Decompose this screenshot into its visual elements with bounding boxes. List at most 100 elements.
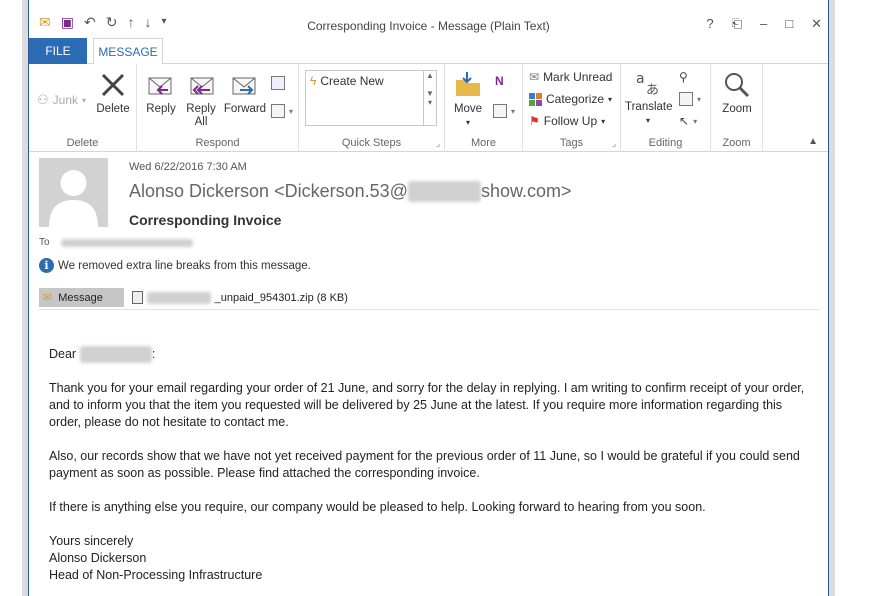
translate-button[interactable]: aあ Translate ▾: [625, 68, 673, 127]
zip-attachment[interactable]: abcd.sharma_unpaid_954301.zip (8 KB): [132, 291, 348, 304]
info-icon: i: [39, 258, 54, 273]
message-body: Dear abcd.sharma: Thank you for your ema…: [49, 346, 809, 584]
dialog-launcher-icon[interactable]: ⌟: [436, 139, 440, 148]
delete-group: ⚇ Junk ▾ Delete Delete: [29, 64, 137, 152]
reply-all-label-2: All: [194, 116, 208, 128]
onenote-icon: N: [495, 74, 504, 88]
sent-date: Wed 6/22/2016 7:30 AM: [129, 161, 247, 173]
zoom-group-label: Zoom: [722, 137, 751, 149]
onenote-button[interactable]: N: [495, 74, 504, 88]
follow-up-button[interactable]: ⚑ Follow Up ▾: [529, 114, 605, 128]
reply-label: Reply: [146, 103, 176, 115]
quick-steps-group: ϟ Create New ▲ ▼ ▾ Quick Steps ⌟: [299, 64, 445, 152]
editing-group-label: Editing: [648, 137, 683, 149]
window-controls: ? ⎗ – □ ✕: [706, 16, 822, 32]
categorize-button[interactable]: Categorize ▾: [529, 92, 612, 106]
lightning-icon: ϟ: [310, 74, 317, 88]
meeting-button[interactable]: [271, 76, 285, 90]
follow-up-label: Follow Up: [543, 114, 598, 128]
find-button[interactable]: ⚲: [679, 70, 688, 84]
editing-group: aあ Translate ▾ ⚲ ▾ ↖ ▾ Editing: [621, 64, 711, 152]
sender[interactable]: Alonso Dickerson <Dickerson.53@speakthes…: [129, 181, 572, 202]
actions-button[interactable]: ▾: [493, 104, 515, 118]
tags-group-label: Tags: [559, 137, 584, 149]
message-attachment-label: Message: [58, 291, 103, 304]
ribbon: ⚇ Junk ▾ Delete Delete Reply Reply All F…: [29, 64, 828, 152]
move-button[interactable]: Move ▾: [449, 70, 487, 129]
respond-group-label: Respond: [195, 137, 240, 149]
translate-label: Translate: [625, 101, 673, 113]
move-group: Move ▾ N ▾ More: [445, 64, 523, 152]
junk-icon: ⚇: [37, 92, 49, 107]
avatar: [39, 158, 108, 227]
zoom-button[interactable]: Zoom: [715, 70, 759, 116]
paragraph-1: Thank you for your email regarding your …: [49, 381, 805, 429]
paragraph-3: If there is anything else you require, o…: [49, 500, 706, 514]
greeting-end: :: [151, 347, 156, 361]
dialog-launcher-icon[interactable]: ⌟: [612, 139, 616, 148]
respond-group: Reply Reply All Forward ▾ Respond: [137, 64, 299, 152]
attachment-file-name: _unpaid_954301.zip (8 KB): [214, 291, 348, 304]
ribbon-display-icon[interactable]: ⎗: [732, 16, 742, 32]
junk-label: Junk: [52, 93, 79, 107]
create-new-label: Create New: [320, 74, 384, 88]
reply-all-button[interactable]: Reply All: [183, 70, 219, 129]
zoom-group: Zoom Zoom: [711, 64, 763, 152]
translate-icon: aあ: [636, 71, 659, 98]
ribbon-tabs: FILE MESSAGE: [29, 38, 828, 65]
mark-unread-label: Mark Unread: [543, 70, 613, 84]
maximize-icon[interactable]: □: [785, 16, 793, 32]
actions-icon: [493, 104, 507, 118]
forward-icon: [232, 77, 256, 95]
magnifier-icon: [725, 73, 750, 98]
related-icon: [679, 92, 693, 106]
greeting-start: Dear: [49, 347, 77, 361]
help-icon[interactable]: ?: [706, 16, 713, 32]
categorize-icon: [529, 92, 542, 106]
info-text: We removed extra line breaks from this m…: [58, 259, 311, 272]
attachment-bar: ✉ Message abcd.sharma_unpaid_954301.zip …: [39, 288, 819, 310]
message-window: ✉ ▣ ↶ ↻ ↑ ↓ ▾ Corresponding Invoice - Me…: [28, 0, 829, 596]
reply-button[interactable]: Reply: [143, 70, 179, 116]
more-respond-icon: [271, 104, 285, 118]
delete-button[interactable]: Delete: [93, 70, 133, 116]
title-bar: ✉ ▣ ↶ ↻ ↑ ↓ ▾ Corresponding Invoice - Me…: [29, 0, 828, 38]
svg-text:a: a: [636, 71, 645, 87]
paragraph-2: Also, our records show that we have not …: [49, 449, 800, 480]
forward-button[interactable]: Forward: [223, 70, 267, 116]
signature-name: Alonso Dickerson: [49, 551, 147, 565]
redacted-domain: speakthe: [407, 181, 481, 202]
redacted-file-prefix: abcd.sharma: [147, 291, 211, 304]
junk-button[interactable]: ⚇ Junk ▾: [37, 92, 86, 108]
reply-icon: [148, 77, 172, 95]
select-button[interactable]: ↖ ▾: [679, 114, 697, 128]
zoom-label: Zoom: [722, 103, 752, 115]
related-button[interactable]: ▾: [679, 92, 701, 106]
forward-label: Forward: [223, 103, 267, 115]
cursor-icon: ↖: [679, 114, 690, 128]
tab-message[interactable]: MESSAGE: [93, 38, 163, 65]
sender-name: Alonso Dickerson <Dickerson.53@: [129, 181, 408, 201]
meeting-icon: [271, 76, 285, 90]
close-icon[interactable]: ✕: [811, 16, 822, 32]
subject: Corresponding Invoice: [129, 212, 282, 228]
move-folder-icon: [456, 72, 480, 96]
zip-file-icon: [132, 291, 143, 304]
more-respond-button[interactable]: ▾: [271, 104, 293, 118]
collapse-ribbon-icon[interactable]: ▲: [808, 136, 818, 147]
flag-icon: ⚑: [529, 114, 540, 128]
message-attachment-button[interactable]: ✉ Message: [39, 288, 124, 307]
quick-step-create-new[interactable]: ϟ Create New: [306, 71, 436, 91]
to-label: To: [39, 237, 50, 248]
quick-steps-scroll[interactable]: ▲ ▼ ▾: [423, 71, 436, 125]
info-bar[interactable]: i We removed extra line breaks from this…: [39, 258, 311, 273]
delete-label: Delete: [96, 103, 130, 115]
quick-steps-gallery[interactable]: ϟ Create New ▲ ▼ ▾: [305, 70, 437, 126]
closing: Yours sincerely: [49, 534, 134, 548]
reply-all-label-1: Reply: [186, 103, 216, 115]
envelope-icon: ✉: [43, 292, 53, 304]
tab-file[interactable]: FILE: [29, 38, 87, 64]
minimize-icon[interactable]: –: [760, 16, 767, 32]
mark-unread-icon: ✉: [529, 70, 540, 84]
mark-unread-button[interactable]: ✉ Mark Unread: [529, 70, 612, 84]
